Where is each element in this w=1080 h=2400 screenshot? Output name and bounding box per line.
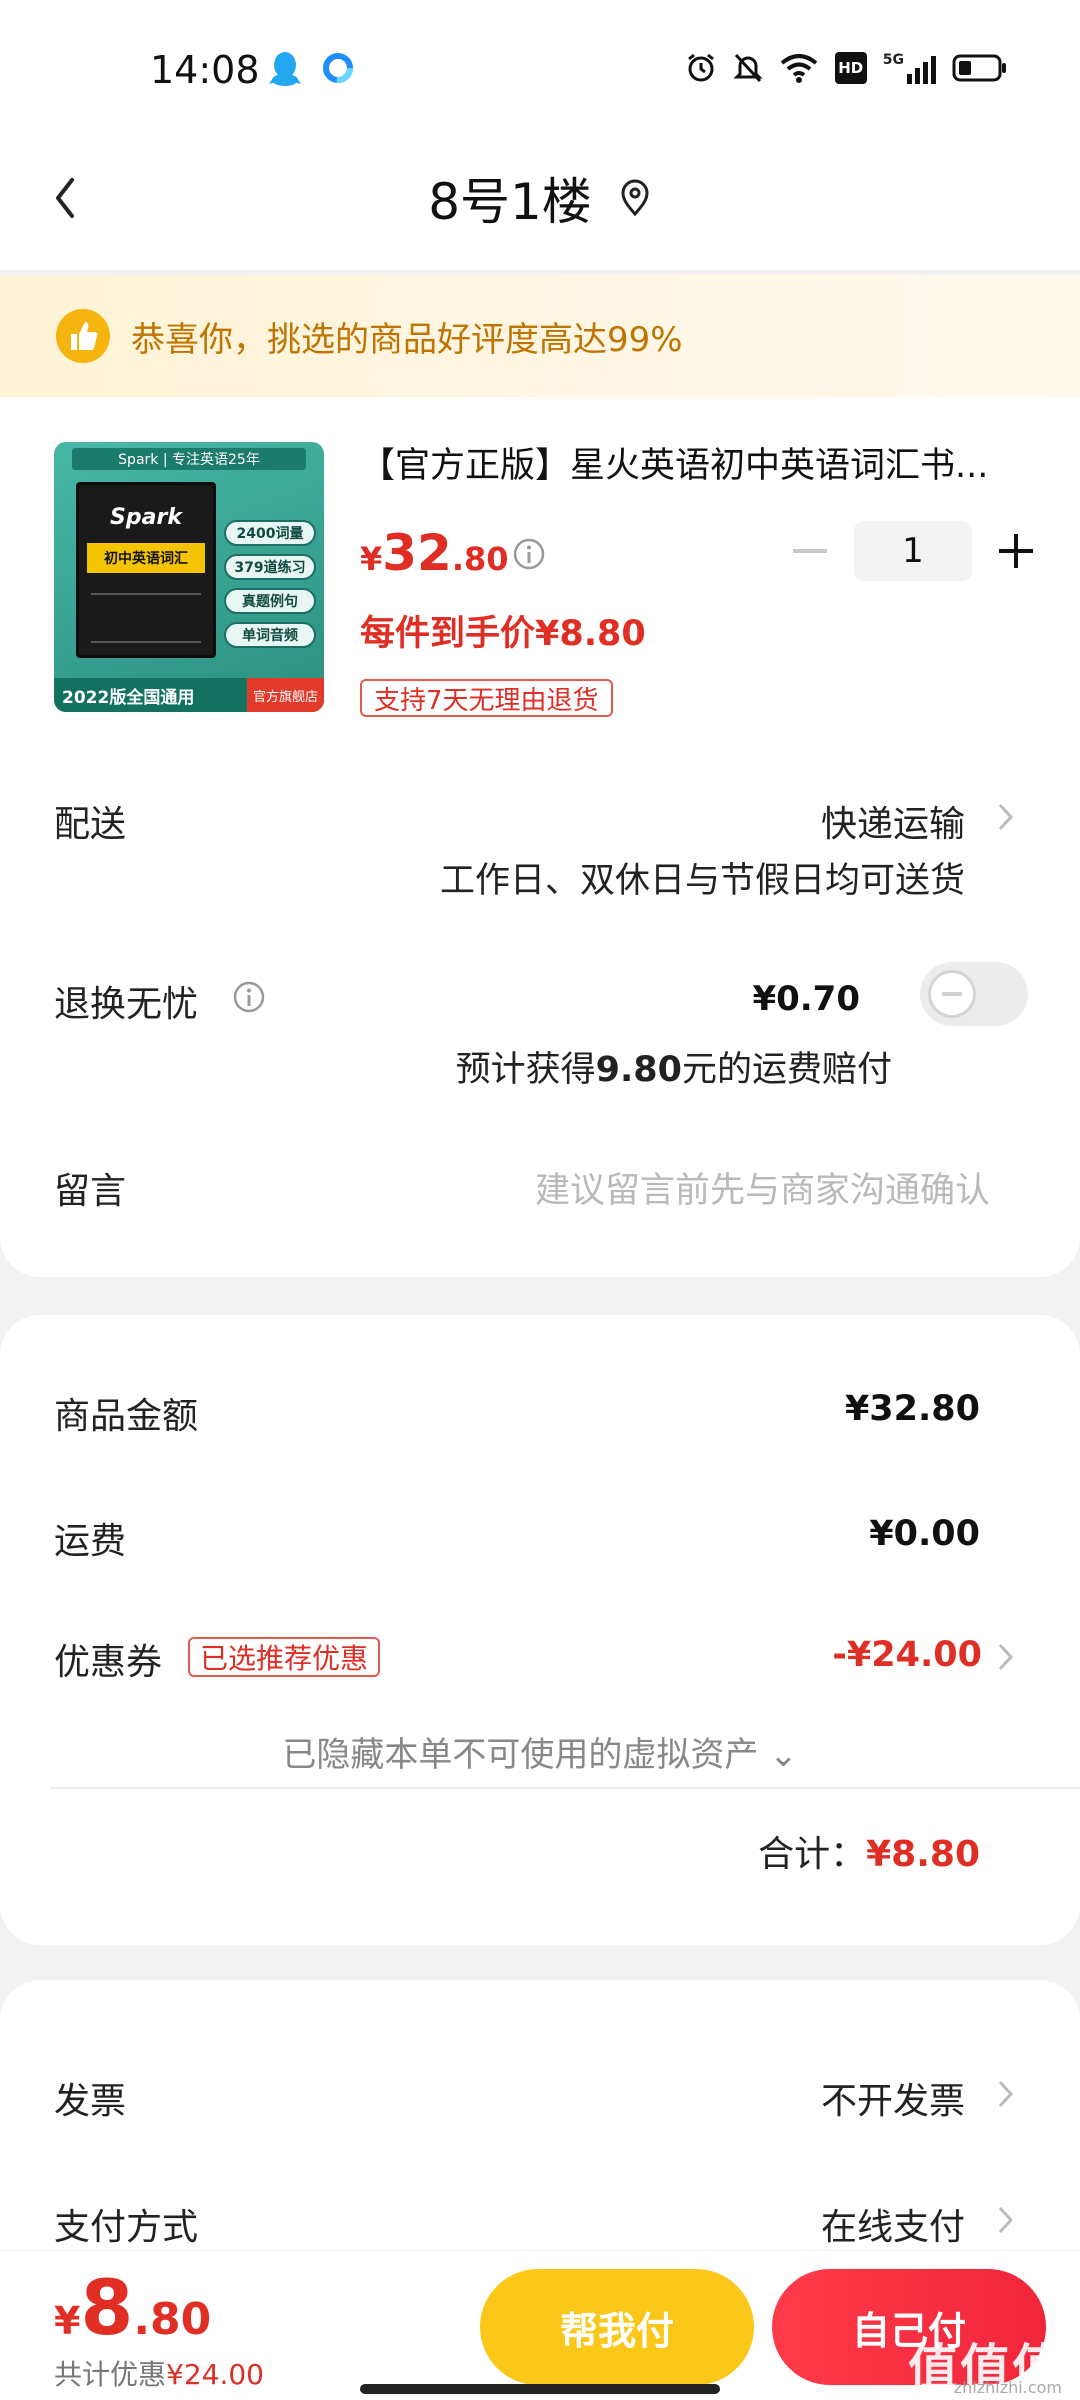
payment-method-value[interactable]: 在线支付 [821,2198,965,2250]
invoice-label: 发票 [54,2081,127,2122]
thumbs-up-icon [56,309,110,363]
delivery-method[interactable]: 快递运输 [821,795,965,847]
invoice-value[interactable]: 不开发票 [821,2072,965,2124]
order-item-card: Spark | 专注英语25年 Spark 初中英语词汇 2400词量 379道… [0,397,1080,1277]
qq-icon [269,52,301,86]
chevron-right-icon[interactable] [996,799,1016,835]
increase-button[interactable] [986,521,1046,581]
watermark-url: zhizhizhi.com [953,2378,1062,2397]
divider [50,1787,1080,1789]
book-brand-bar: Spark | 专注英语25年 [72,448,306,470]
hidden-assets-toggle[interactable]: 已隐藏本单不可使用的虚拟资产 ⌄ [0,1727,1080,1776]
chevron-right-icon[interactable] [996,1639,1016,1675]
compensation-text: 预计获得9.80元的运费赔付 [455,1050,892,1090]
shipping-label: 运费 [54,1521,127,1562]
unit-final-price: 每件到手价¥8.80 [360,614,646,654]
store-badge: 官方旗舰店 [246,678,324,712]
product-price: ¥ 32 .80 [360,524,509,582]
coupon-label: 优惠券 [54,1642,163,1683]
insurance-toggle[interactable] [920,962,1028,1026]
banner-text: 恭喜你，挑选的商品好评度高达99% [131,319,683,360]
coupon-value[interactable]: -¥24.00 [832,1635,982,1675]
decrease-button[interactable] [780,521,840,581]
invoice-payment-card: 发票 不开发票 支付方式 在线支付 [0,1980,1080,2280]
goods-amount-label: 商品金额 [54,1396,199,1437]
goods-amount-value: ¥32.80 [844,1389,980,1429]
alarm-icon [687,53,714,82]
friend-pay-button[interactable]: 帮我付 [480,2269,754,2385]
order-total-value: ¥8.80 [866,1834,980,1875]
address-selector[interactable]: 8号1楼 [0,148,1080,248]
praise-banner: 恭喜你，挑选的商品好评度高达99% [0,275,1080,397]
order-total: 合计：¥8.80 [758,1834,980,1875]
home-indicator[interactable] [360,2384,720,2394]
price-info-icon[interactable] [512,537,546,571]
status-time: 14:08 [150,48,260,92]
book-tag: 单词音频 [224,622,316,648]
signal-5g-icon: 5G [883,52,936,84]
message-input[interactable]: 建议留言前先与商家沟通确认 [535,1162,990,1213]
quantity-stepper: 1 [780,521,1046,581]
price-summary-card: 商品金额 ¥32.80 运费 ¥0.00 优惠券 已选推荐优惠 -¥24.00 … [0,1315,1080,1945]
delivery-note: 工作日、双休日与节假日均可送货 [439,861,965,901]
return-insurance-label: 退换无忧 [54,984,199,1025]
status-bar: 14:08 HD 5G [0,0,1080,140]
delivery-label: 配送 [54,804,127,845]
shipping-value: ¥0.00 [869,1514,980,1554]
book-tag: 379道练习 [224,554,316,580]
header: 8号1楼 [0,140,1080,270]
mute-bell-icon [733,53,763,83]
plus-icon [999,534,1033,568]
book-edition: 2022版全国通用 [62,687,195,708]
product-image[interactable]: Spark | 专注英语25年 Spark 初中英语词汇 2400词量 379道… [54,442,324,712]
product-title[interactable]: 【官方正版】星火英语初中英语词汇书... [360,437,1025,488]
message-label: 留言 [54,1171,127,1212]
minus-icon [793,549,827,553]
browser-ring-icon [323,53,353,83]
chevron-right-icon[interactable] [996,2076,1016,2112]
book-brand: Spark [110,505,182,530]
location-pin-icon [621,179,649,217]
book-tag: 2400词量 [224,520,316,546]
hd-icon: HD [834,52,867,84]
insurance-fee: ¥0.70 [752,979,860,1019]
info-icon[interactable] [232,980,266,1014]
total-discount: 共计优惠¥24.00 [54,2358,264,2391]
payment-method-label: 支付方式 [54,2207,199,2248]
book-tag: 真题例句 [224,588,316,614]
chevron-right-icon[interactable] [996,2202,1016,2238]
book-title: 初中英语词汇 [87,543,205,573]
battery-icon [952,54,1006,82]
pay-total: ¥ 8 .80 [54,2263,212,2352]
quantity-field[interactable]: 1 [854,521,972,581]
wifi-icon [780,54,818,83]
return-policy-tag: 支持7天无理由退货 [360,679,613,717]
coupon-tag: 已选推荐优惠 [188,1637,381,1677]
page-title: 8号1楼 [428,173,592,231]
